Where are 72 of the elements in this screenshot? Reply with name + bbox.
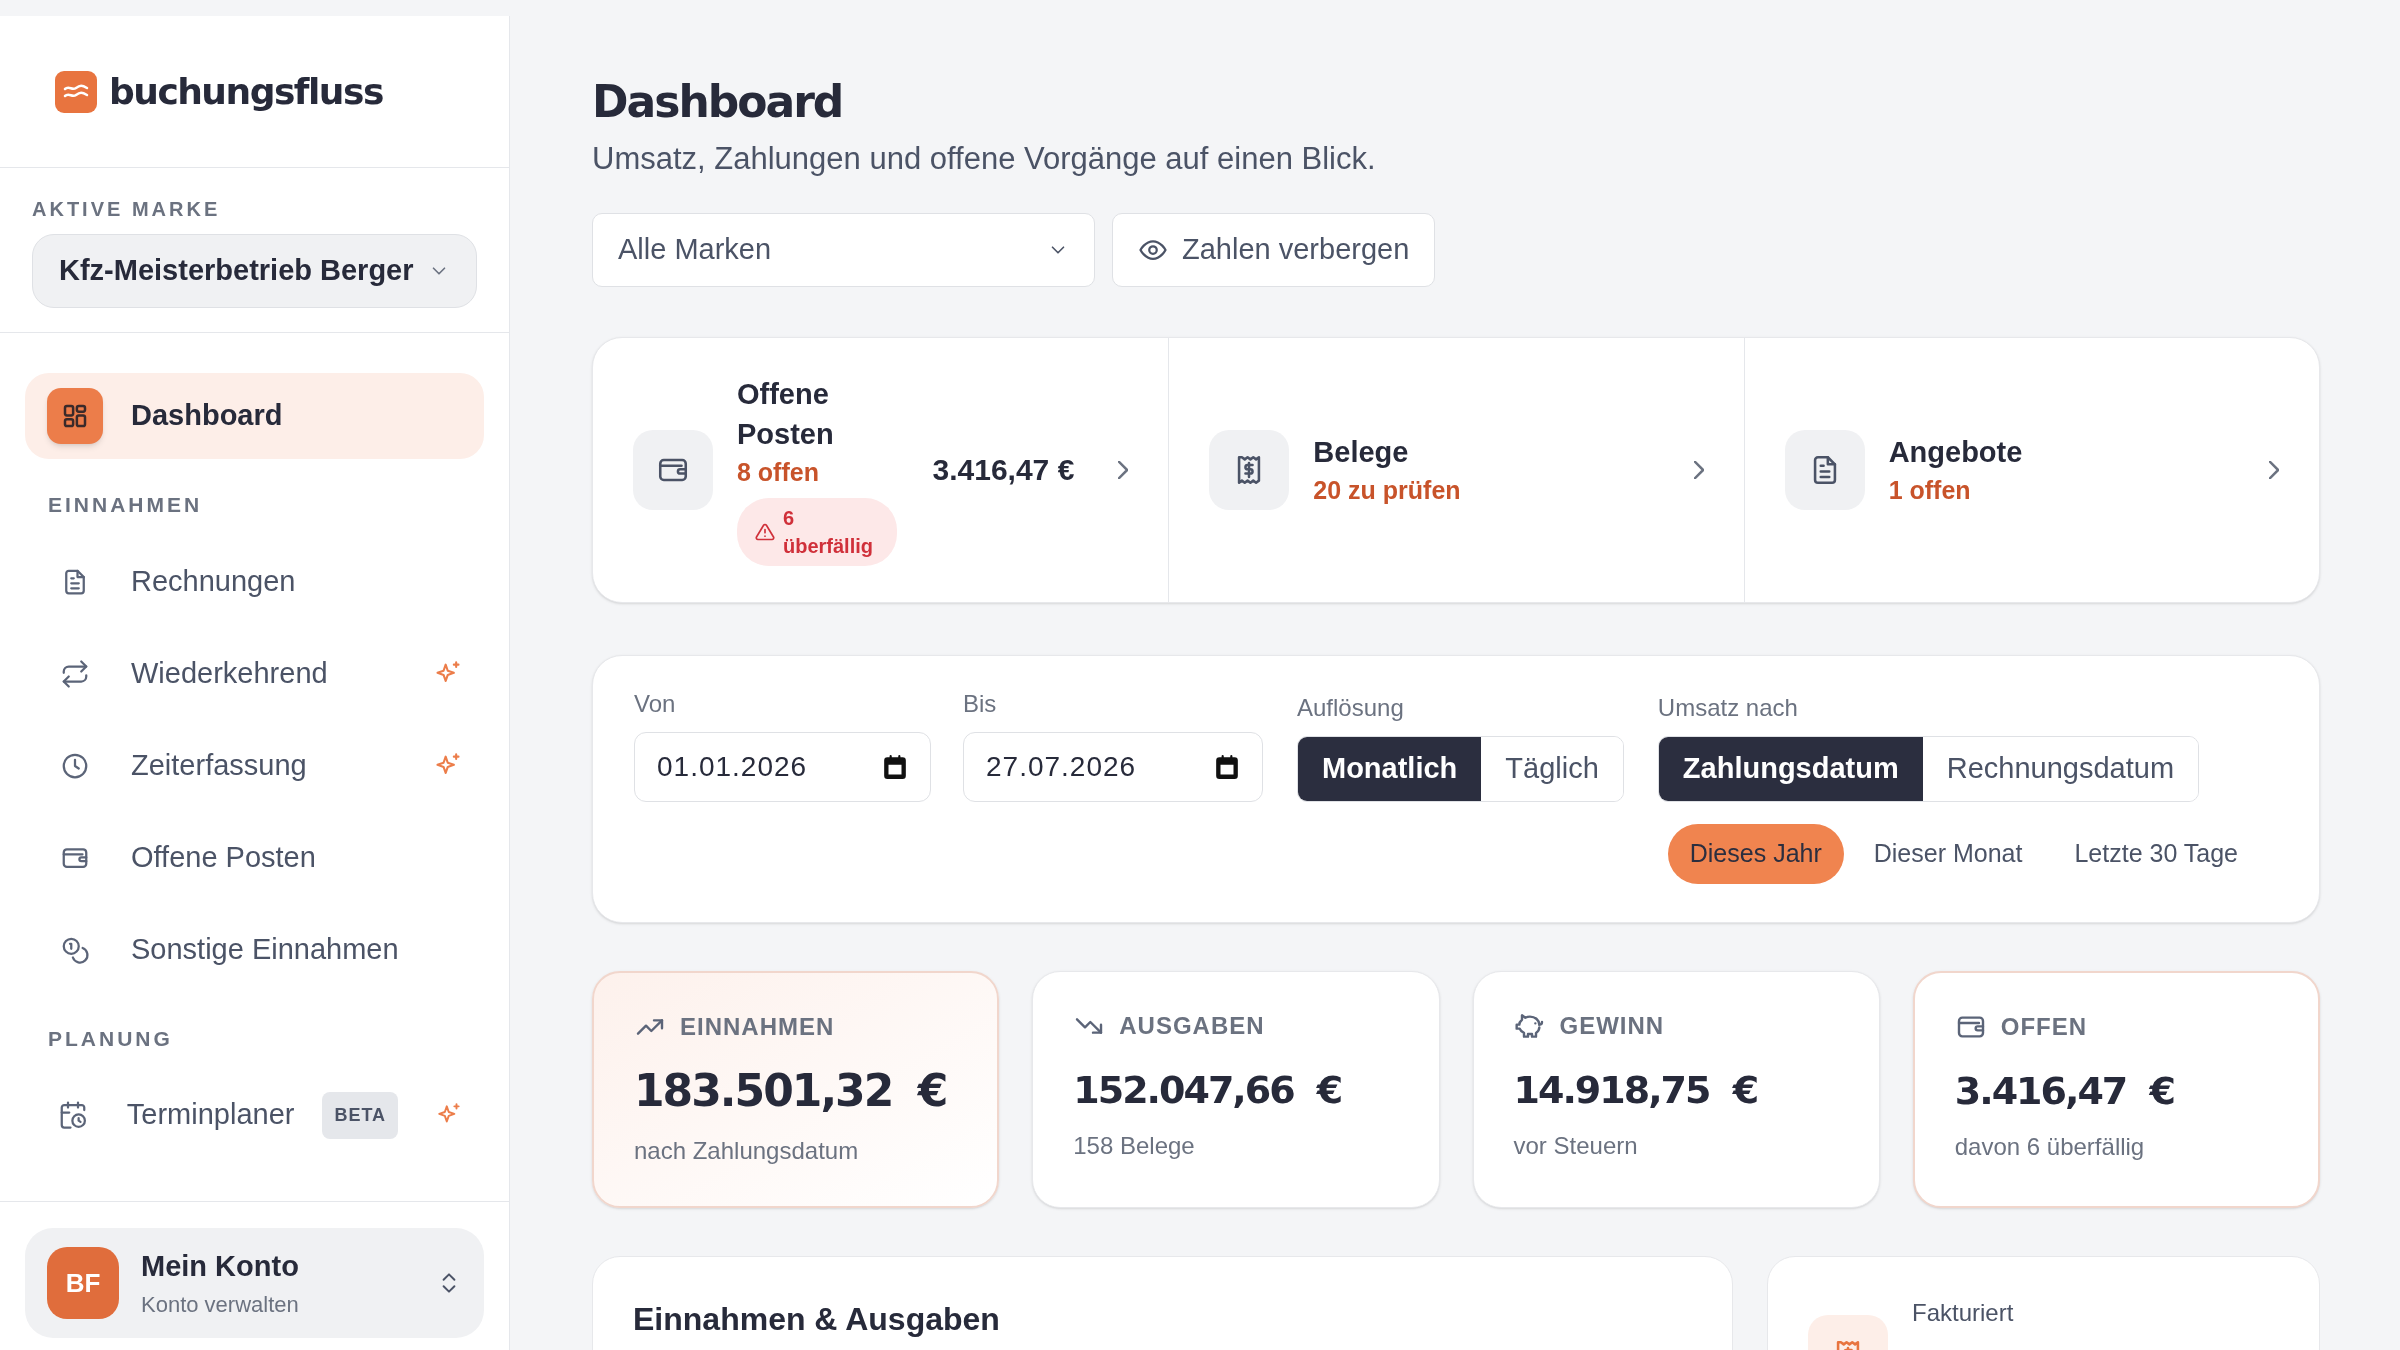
brand-filter-select[interactable]: Alle Marken bbox=[592, 212, 1095, 287]
date-field[interactable]: 01.01.2026 bbox=[634, 731, 931, 802]
chevron-right-icon bbox=[1118, 460, 1129, 479]
segment-option[interactable]: Zahlungsdatum bbox=[1658, 736, 1923, 801]
nav-label: Zeiterfassung bbox=[131, 747, 308, 783]
field-label: Von bbox=[634, 688, 677, 719]
account-subtitle: Konto verwalten bbox=[141, 1291, 300, 1320]
tile-amount: 3.416,47 € bbox=[931, 452, 1075, 488]
segment-option[interactable]: Monatlich bbox=[1298, 736, 1482, 801]
kpi-value: 3.416,47 € bbox=[1954, 1067, 2175, 1115]
date-preset[interactable]: Letzte 30 Tage bbox=[2052, 823, 2260, 884]
account-name: Mein Konto bbox=[141, 1248, 300, 1284]
section-heading: EINNAHMEN bbox=[47, 492, 204, 518]
kpi-label: EINNAHMEN bbox=[680, 1011, 835, 1042]
kpi-label: GEWINN bbox=[1559, 1010, 1665, 1041]
section-heading: PLANUNG bbox=[47, 1025, 174, 1052]
tile-title: Angebote bbox=[1888, 434, 2024, 470]
overdue-badge: 6 überfällig bbox=[737, 497, 897, 566]
nav-label: Offene Posten bbox=[131, 839, 317, 875]
field-label: Auflösung bbox=[1297, 692, 1405, 723]
nav-label: Sonstige Einnahmen bbox=[131, 931, 400, 967]
brand-name: buchungsfluss bbox=[109, 69, 383, 114]
kpi-note: 158 Belege bbox=[1073, 1130, 1196, 1161]
tile-status: 1 offen bbox=[1888, 474, 1972, 506]
chevron-right-icon bbox=[2269, 460, 2279, 479]
nav-item[interactable]: Offene Posten bbox=[25, 814, 484, 901]
summary-tile[interactable]: Belege 20 zu prüfen bbox=[1168, 337, 1744, 602]
kpi-value: 152.047,66 € bbox=[1073, 1066, 1343, 1114]
calendar-icon bbox=[1214, 753, 1240, 780]
nav-item[interactable]: Terminplaner BETA bbox=[25, 1072, 484, 1158]
tile-status: 20 zu prüfen bbox=[1313, 474, 1462, 506]
field-label: Bis bbox=[963, 688, 998, 719]
date-field[interactable]: 27.07.2026 bbox=[963, 731, 1263, 802]
brand-select[interactable]: Kfz-Meisterbetrieb Berger bbox=[32, 234, 477, 308]
kpi-value: 14.918,75 € bbox=[1513, 1066, 1759, 1114]
field-label: Umsatz nach bbox=[1657, 692, 1799, 723]
summary-tile[interactable]: Angebote 1 offen bbox=[1743, 337, 2319, 602]
date-preset[interactable]: Dieser Monat bbox=[1851, 823, 2045, 884]
summary-tile[interactable]: Offene Posten 8 offen 6 überfällig 3.416,47 € bbox=[593, 337, 1169, 602]
page-subtitle: Umsatz, Zahlungen und offene Vorgänge auf einen Blick. bbox=[592, 140, 1377, 178]
nav-item[interactable]: Dashboard bbox=[25, 373, 484, 459]
kpi-note: nach Zahlungsdatum bbox=[634, 1135, 860, 1166]
nav-label: Rechnungen bbox=[131, 563, 297, 599]
nav-label: Wiederkehrend bbox=[131, 655, 329, 691]
tile-title: Belege bbox=[1313, 434, 1410, 470]
kpi-note: davon 6 überfällig bbox=[1954, 1131, 2146, 1162]
nav-item[interactable]: Zeiterfassung bbox=[25, 722, 484, 809]
repeat-arrows-icon bbox=[60, 658, 90, 689]
invoiced-label: Fakturiert bbox=[1912, 1297, 2014, 1328]
tile-status: 8 offen bbox=[737, 456, 820, 488]
kpi-value: 183.501,32 € bbox=[634, 1063, 948, 1118]
nav-item[interactable]: Wiederkehrend bbox=[25, 630, 484, 717]
kpi-note: vor Steuern bbox=[1513, 1130, 1639, 1161]
warning-icon bbox=[755, 521, 775, 542]
beta-badge: BETA bbox=[322, 1091, 399, 1139]
tile-title: Offene Posten bbox=[737, 376, 835, 452]
logo-icon bbox=[55, 70, 97, 113]
chart-title: Einnahmen & Ausgaben bbox=[633, 1299, 1001, 1339]
kpi-label: OFFEN bbox=[2000, 1011, 2088, 1042]
calendar-icon bbox=[882, 753, 908, 780]
section-label: AKTIVE MARKE bbox=[32, 197, 222, 222]
avatar: BF bbox=[47, 1247, 119, 1319]
date-preset[interactable]: Dieses Jahr bbox=[1667, 823, 1844, 884]
nav-label: Terminplaner bbox=[126, 1097, 295, 1133]
chevron-right-icon bbox=[1693, 460, 1704, 479]
nav-label: Dashboard bbox=[131, 398, 284, 434]
nav-item[interactable]: Sonstige Einnahmen bbox=[25, 906, 484, 993]
kpi-label: AUSGABEN bbox=[1119, 1010, 1265, 1041]
account-button[interactable]: BF Mein Konto Konto verwalten bbox=[25, 1228, 484, 1338]
hide-numbers-button[interactable]: Zahlen verbergen bbox=[1112, 212, 1436, 287]
page-title: Dashboard bbox=[592, 75, 844, 129]
nav-item[interactable]: Rechnungen bbox=[25, 538, 484, 625]
